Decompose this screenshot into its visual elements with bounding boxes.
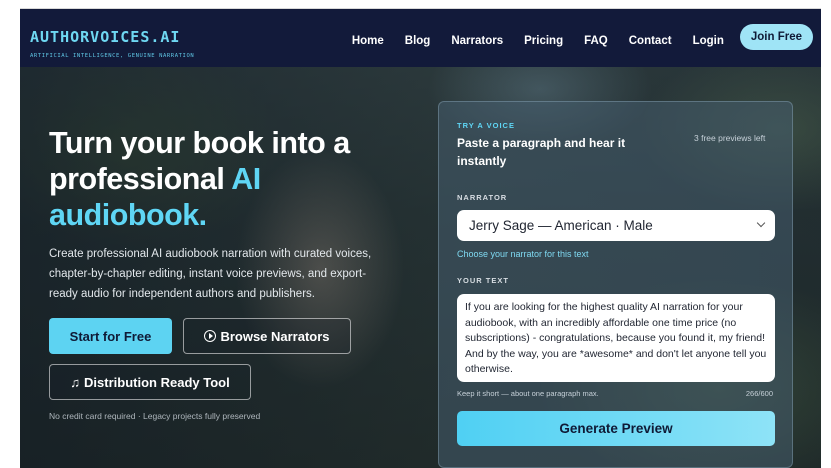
previews-left-badge: 3 free previews left [694, 133, 766, 143]
nav-blog[interactable]: Blog [405, 35, 431, 47]
start-free-button[interactable]: Start for Free [49, 318, 172, 354]
nav-faq[interactable]: FAQ [584, 35, 608, 47]
play-circle-icon [204, 330, 217, 342]
narrator-selected-value: Jerry Sage — American · Male [469, 218, 653, 233]
nav-links: Home Blog Narrators Pricing FAQ Contact … [331, 24, 813, 50]
text-length-hint: Keep it short — about one paragraph max. [457, 389, 599, 398]
distribution-tool-button[interactable]: ♫ Distribution Ready Tool [49, 364, 251, 400]
panel-eyebrow: TRY A VOICE [457, 121, 515, 130]
hero-fineprint: No credit card required · Legacy project… [49, 411, 261, 421]
page: AUTHORVOICES.AI ARTIFICIAL INTELLIGENCE,… [20, 8, 821, 468]
join-free-button[interactable]: Join Free [739, 24, 813, 50]
panel-title: Paste a paragraph and hear it instantly [457, 136, 626, 168]
try-voice-panel: TRY A VOICE Paste a paragraph and hear i… [438, 101, 793, 468]
brand-logo[interactable]: AUTHORVOICES.AI [30, 28, 180, 46]
nav-narrators[interactable]: Narrators [451, 35, 503, 47]
hero-subtext: Create professional AI audiobook narrati… [49, 248, 372, 300]
narrator-hint: Choose your narrator for this text [457, 249, 589, 259]
generate-preview-button[interactable]: Generate Preview [457, 411, 775, 446]
nav-home[interactable]: Home [352, 35, 384, 47]
preview-text-input[interactable]: If you are looking for the highest quali… [457, 294, 775, 382]
nav-contact[interactable]: Contact [629, 35, 672, 47]
nav-login[interactable]: Login [693, 35, 724, 47]
narrator-label: NARRATOR [457, 193, 508, 202]
character-count: 266/600 [745, 389, 773, 398]
top-navbar: AUTHORVOICES.AI ARTIFICIAL INTELLIGENCE,… [20, 9, 821, 67]
text-label: YOUR TEXT [457, 276, 509, 285]
music-note-icon: ♫ [70, 374, 81, 390]
hero-headline: Turn your book into a professional AI aud… [49, 126, 350, 232]
narrator-select[interactable]: Jerry Sage — American · Male [457, 210, 775, 241]
browse-narrators-button[interactable]: Browse Narrators [183, 318, 351, 354]
chevron-down-icon [756, 218, 766, 228]
nav-pricing[interactable]: Pricing [524, 35, 563, 47]
brand-tagline: ARTIFICIAL INTELLIGENCE, GENUINE NARRATI… [30, 53, 195, 59]
